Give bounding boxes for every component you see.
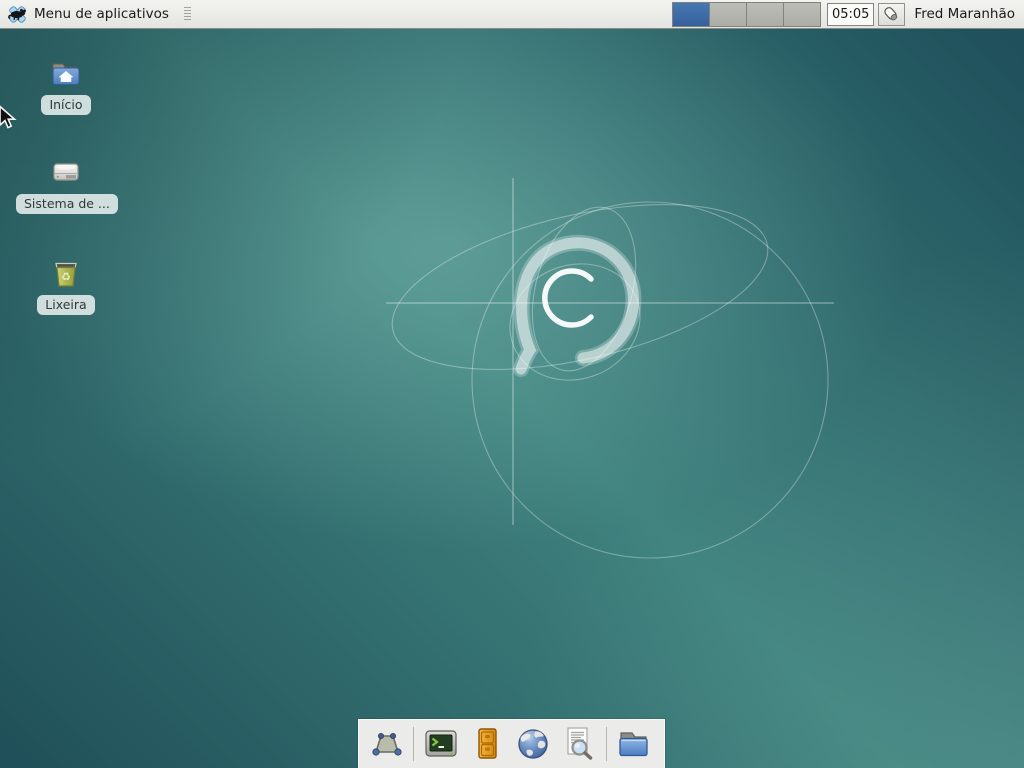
dock-separator	[413, 727, 414, 761]
terminal-icon	[421, 724, 461, 764]
show-desktop-icon	[366, 724, 406, 764]
tray-button[interactable]	[878, 3, 905, 26]
file-manager-launcher[interactable]	[611, 722, 657, 766]
desktop-root: Menu de aplicativos 05:05 Fred Maranhão	[0, 0, 1024, 768]
workspace-3[interactable]	[747, 3, 783, 26]
top-panel: Menu de aplicativos 05:05 Fred Maranhão	[0, 0, 1024, 29]
home-folder-icon	[48, 56, 84, 90]
desktop-icon-trash[interactable]: ♻ Lixeira	[16, 256, 116, 315]
web-browser-launcher[interactable]	[510, 722, 556, 766]
show-desktop-launcher[interactable]	[363, 722, 409, 766]
svg-text:♻: ♻	[61, 271, 71, 284]
panel-grip-handle[interactable]	[184, 7, 191, 22]
desktop-icon-label: Lixeira	[37, 295, 94, 315]
bottom-dock	[358, 719, 665, 768]
globe-icon	[513, 724, 553, 764]
desktop-icon-label: Sistema de ...	[16, 194, 118, 214]
dock-separator	[606, 727, 607, 761]
document-search-icon	[559, 724, 599, 764]
clock-time: 05:05	[832, 7, 869, 22]
wallpaper-debian-lines	[0, 0, 1024, 768]
clock[interactable]: 05:05	[827, 3, 874, 26]
applications-menu-button[interactable]: Menu de aplicativos	[0, 0, 175, 28]
debian-swirl	[521, 243, 633, 369]
user-menu[interactable]: Fred Maranhão	[914, 6, 1015, 22]
xfce-menu-icon	[6, 3, 29, 26]
desktop-icon-home[interactable]: Início	[16, 56, 116, 115]
workspace-switcher	[672, 2, 821, 27]
workspace-4[interactable]	[784, 3, 820, 26]
document-search-launcher[interactable]	[556, 722, 602, 766]
desktop-icon-label: Início	[41, 95, 90, 115]
desktop-icon-filesystem[interactable]: Sistema de ...	[16, 155, 116, 214]
applications-menu-label: Menu de aplicativos	[34, 6, 169, 22]
file-cabinet-icon	[467, 724, 507, 764]
folder-icon	[614, 724, 654, 764]
terminal-launcher[interactable]	[418, 722, 464, 766]
mouse-indicator-icon	[882, 5, 901, 24]
filesystem-drive-icon	[48, 155, 84, 189]
workspace-2[interactable]	[710, 3, 746, 26]
trash-icon: ♻	[48, 256, 84, 290]
workspace-1[interactable]	[673, 3, 709, 26]
file-cabinet-launcher[interactable]	[464, 722, 510, 766]
